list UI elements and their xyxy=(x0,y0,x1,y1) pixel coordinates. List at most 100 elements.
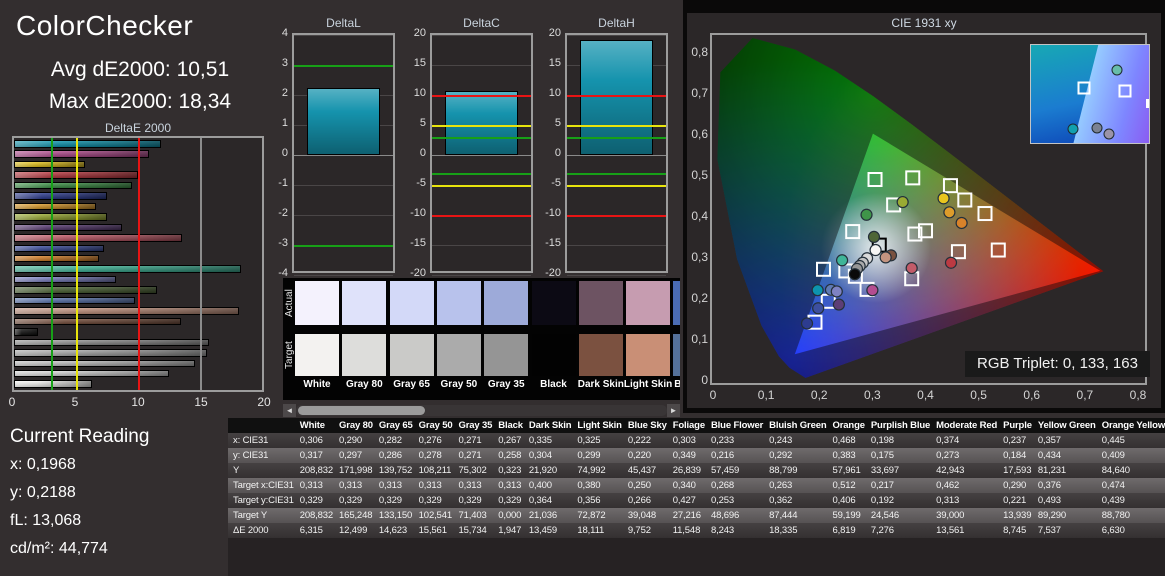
table-cell: 0,175 xyxy=(870,450,894,461)
axis-tick: 4 xyxy=(281,27,288,39)
table-cell: 45,437 xyxy=(627,465,656,476)
deltae-bar-gray-80 xyxy=(14,369,169,378)
column-header-white: White xyxy=(296,418,337,433)
table-cell: 139,752 xyxy=(378,465,413,476)
actual-swatch-gray-50 xyxy=(436,281,481,325)
table-cell: 0,317 xyxy=(299,450,323,461)
deltae-reference-line xyxy=(51,138,53,390)
scrollbar-left-button[interactable]: ◄ xyxy=(283,404,296,417)
table-row: Target Y 208,832 165,248 133,150 102,541 71,4… xyxy=(228,508,1165,523)
axis-tick: 15 xyxy=(413,57,426,69)
target-swatch-gray-65 xyxy=(389,334,434,376)
table-cell: 18,111 xyxy=(577,525,605,536)
table-row: ΔE 2000 6,315 12,499 14,623 15,561 15,734 1,94… xyxy=(228,523,1165,538)
cie-x-tick: 0,6 xyxy=(1023,388,1041,402)
deltac-chart xyxy=(430,33,533,276)
table-cell: 0,313 xyxy=(378,480,402,491)
swatch-label: White xyxy=(303,379,331,390)
reference-line xyxy=(567,215,666,217)
swatch-label: Dark Skin xyxy=(577,379,624,390)
cie-measured-orange-yellow xyxy=(943,206,956,219)
cie-x-tick: 0,8 xyxy=(1129,388,1147,402)
table-cell: 0,271 xyxy=(458,435,482,446)
axis-tick: 1 xyxy=(281,117,288,129)
table-cell: 0,383 xyxy=(832,450,856,461)
column-header-orange-yellow: Orange Yellow xyxy=(1098,418,1165,433)
deltae-bar-yellow xyxy=(14,160,86,169)
column-header-blank xyxy=(228,418,297,433)
cie-y-tick: 0,8 xyxy=(691,45,708,59)
target-swatch-white xyxy=(295,334,339,376)
table-cell: 13,939 xyxy=(1003,510,1032,521)
table-cell: 0,222 xyxy=(627,435,651,446)
axis-tick: 20 xyxy=(548,27,561,39)
table-cell: 89,290 xyxy=(1037,510,1067,521)
deltae-x-tick: 5 xyxy=(71,395,79,409)
measurement-table: White Gray 80 Gray 65 Gray 50 Gray 35 Black Da… xyxy=(228,418,1165,538)
table-cell: 6,819 xyxy=(832,525,856,536)
table-cell: 9,752 xyxy=(627,525,651,536)
column-header-orange: Orange xyxy=(829,418,868,433)
table-cell: 8,745 xyxy=(1003,525,1027,536)
table-cell: 15,734 xyxy=(458,525,487,536)
axis-tick: 3 xyxy=(281,57,288,69)
swatch-scrollbar[interactable]: ◄ ► xyxy=(283,404,680,417)
table-cell: 88,799 xyxy=(769,465,798,476)
table-cell: 0,356 xyxy=(577,495,601,506)
deltae-x-tick: 10 xyxy=(131,395,145,409)
axis-tick: -10 xyxy=(545,207,561,219)
table-cell: 7,537 xyxy=(1037,525,1061,536)
scrollbar-thumb[interactable] xyxy=(298,406,425,415)
table-row: Target x:CIE31 0,313 0,313 0,313 0,313 0,313 0… xyxy=(228,478,1165,493)
axis-tick: 0 xyxy=(419,147,426,159)
table-cell: 0,263 xyxy=(769,480,793,491)
inset-edge-tick xyxy=(1146,98,1149,108)
reference-line xyxy=(432,125,531,127)
inset-measured-circle xyxy=(1111,64,1123,76)
table-cell: 14,623 xyxy=(378,525,408,536)
actual-swatch-gray-65 xyxy=(389,281,434,325)
table-cell: 33,697 xyxy=(870,465,900,476)
cie-measured-moderate-red xyxy=(905,261,918,275)
target-swatch-light-skin xyxy=(626,334,671,376)
table-cell: 21,036 xyxy=(528,510,558,521)
table-cell: 0,276 xyxy=(418,435,442,446)
table-cell: 0,493 xyxy=(1037,495,1061,506)
reference-line xyxy=(567,173,666,175)
deltae-chart-title: DeltaE 2000 xyxy=(104,121,172,135)
table-cell: 0,323 xyxy=(498,465,522,476)
table-cell: 12,499 xyxy=(339,525,368,536)
table-cell: 11,548 xyxy=(672,525,701,536)
cie-measured-purple xyxy=(832,298,846,311)
reading-cdm2: cd/m²: 44,774 xyxy=(10,540,108,557)
deltal-chart xyxy=(292,33,395,276)
deltae-bar-blue-sky xyxy=(14,296,135,305)
scrollbar-right-button[interactable]: ► xyxy=(667,404,680,417)
deltae-bar-gray-35 xyxy=(14,338,210,347)
row-label: Target x:CIE31 xyxy=(233,480,294,491)
table-cell: 0,329 xyxy=(378,495,402,506)
inset-measured-circle xyxy=(1091,122,1103,134)
table-cell: 171,998 xyxy=(339,465,373,476)
swatch-label: Gray 35 xyxy=(487,379,525,390)
table-cell: 0,306 xyxy=(299,435,323,446)
swatch-label: Gray 50 xyxy=(440,379,478,390)
table-cell: 15,561 xyxy=(418,525,447,536)
cie-measured-yellow xyxy=(937,192,950,205)
deltac-bar xyxy=(444,90,519,155)
reference-line xyxy=(432,215,531,217)
column-header-gray-65: Gray 65 xyxy=(375,418,416,433)
deltae-bar-green xyxy=(14,181,132,190)
deltae-bar-gray-50 xyxy=(14,349,207,357)
table-cell: 0,340 xyxy=(672,480,696,491)
column-header-gray-35: Gray 35 xyxy=(455,418,496,433)
table-cell: 7,276 xyxy=(870,525,894,536)
cie-x-tick: 0,1 xyxy=(757,388,775,402)
table-cell: 0,217 xyxy=(870,480,894,491)
cie-measured-cyan xyxy=(811,284,824,297)
reference-line xyxy=(567,95,666,97)
delta-chart-title: DeltaH xyxy=(598,16,635,30)
reading-fl: fL: 13,068 xyxy=(10,512,82,529)
table-cell: 59,199 xyxy=(832,510,861,521)
scrollbar-track[interactable] xyxy=(296,405,667,416)
